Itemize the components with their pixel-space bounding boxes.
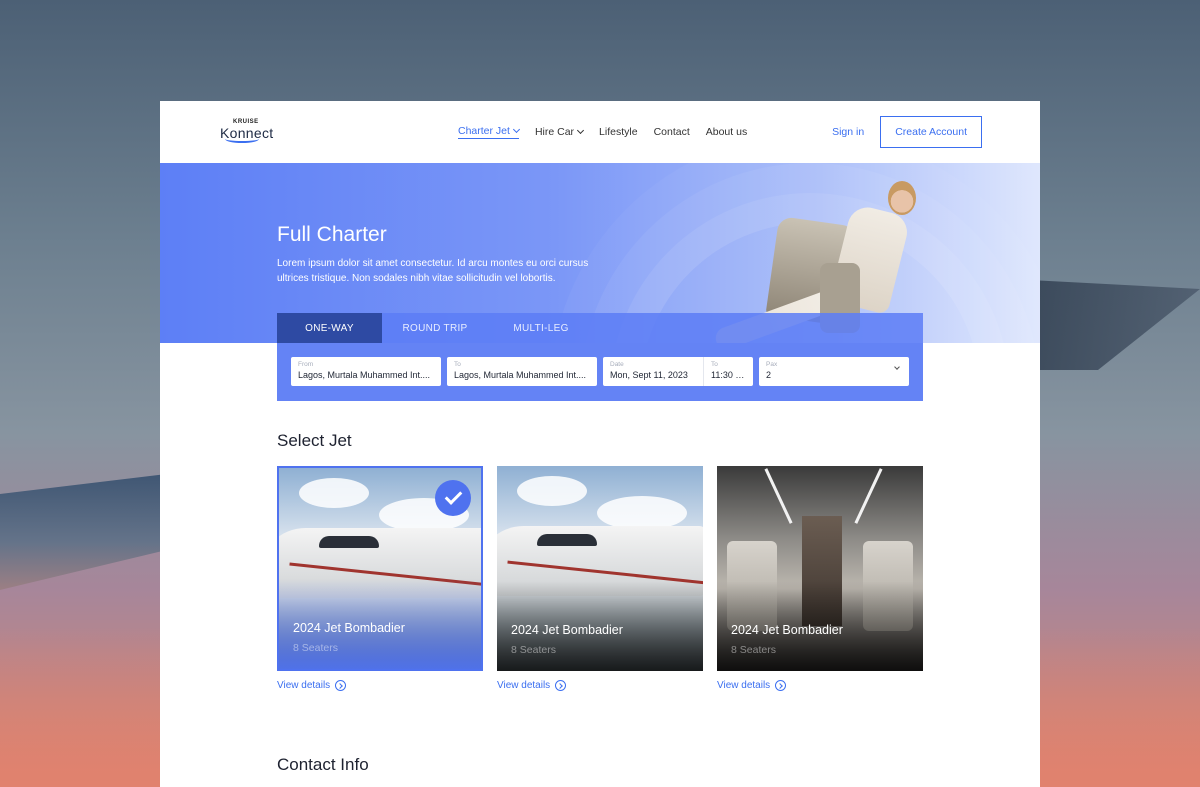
chevron-down-icon: [576, 126, 585, 135]
from-value: Lagos, Murtala Muhammed Int....: [298, 370, 431, 380]
page-mockup: KRUISE Konnect Charter Jet Hire Car Life…: [160, 101, 1040, 787]
date-field[interactable]: Date Mon, Sept 11, 2023: [603, 357, 703, 386]
jet-cockpit-image: [537, 534, 597, 546]
jet-seats: 8 Seaters: [293, 642, 338, 654]
pax-select[interactable]: Pax 2: [759, 357, 909, 386]
view-details-link[interactable]: View details: [497, 680, 567, 691]
arrow-right-circle-icon: [775, 680, 787, 691]
from-field[interactable]: From Lagos, Murtala Muhammed Int....: [291, 357, 441, 386]
cloud-decoration: [517, 476, 587, 506]
jet-card[interactable]: 2024 Jet Bombadier 8 Seaters: [717, 466, 923, 671]
logo-swoosh-icon: [225, 135, 259, 143]
menu-item-label: Contact: [653, 126, 690, 138]
auth-actions: Sign in Create Account: [832, 116, 982, 148]
menu-item-hire-car[interactable]: Hire Car: [534, 125, 585, 139]
menu-item-about-us[interactable]: About us: [706, 125, 747, 139]
select-jet-title: Select Jet: [277, 431, 352, 450]
from-label: From: [298, 361, 314, 368]
view-details-label: View details: [497, 680, 551, 691]
booking-form: From Lagos, Murtala Muhammed Int.... To …: [277, 343, 923, 401]
chevron-down-icon: [512, 125, 520, 134]
view-details-label: View details: [717, 680, 771, 691]
date-value: Mon, Sept 11, 2023: [610, 370, 688, 380]
menu-item-contact[interactable]: Contact: [654, 125, 690, 139]
hero-person-head-image: [888, 181, 916, 215]
contact-info-title: Contact Info: [277, 755, 369, 774]
check-mark: [444, 487, 462, 505]
hero-title: Full Charter: [277, 223, 387, 246]
menu-item-label: Hire Car: [534, 126, 575, 138]
logo[interactable]: KRUISE Konnect: [220, 117, 280, 147]
to-field[interactable]: To Lagos, Murtala Muhammed Int....: [447, 357, 597, 386]
tab-round-trip[interactable]: ROUND TRIP: [382, 313, 488, 343]
view-details-label: View details: [277, 680, 331, 691]
pax-value: 2: [766, 370, 772, 380]
backdrop-wing-right: [1030, 280, 1200, 370]
tab-one-way[interactable]: ONE-WAY: [277, 313, 382, 343]
top-navbar: KRUISE Konnect Charter Jet Hire Car Life…: [160, 101, 1040, 163]
create-account-button[interactable]: Create Account: [880, 116, 982, 148]
view-details-link[interactable]: View details: [277, 680, 347, 691]
to-value: Lagos, Murtala Muhammed Int....: [454, 370, 587, 380]
jet-card[interactable]: 2024 Jet Bombadier 8 Seaters: [277, 466, 483, 671]
menu-item-label: About us: [705, 126, 748, 138]
jet-cockpit-image: [319, 536, 379, 548]
date-label: Date: [610, 361, 624, 368]
time-value: 11:30 PM: [711, 370, 746, 380]
jet-name: 2024 Jet Bombadier: [731, 623, 843, 637]
jet-seats: 8 Seaters: [731, 644, 776, 656]
cloud-decoration: [299, 478, 369, 508]
menu-item-label: Lifestyle: [599, 126, 638, 138]
time-field[interactable]: To 11:30 PM: [703, 357, 753, 386]
arrow-right-circle-icon: [335, 680, 347, 691]
to-label: To: [454, 361, 461, 368]
check-icon: [435, 480, 471, 516]
main-menu: Charter Jet Hire Car Lifestyle Contact A…: [458, 125, 747, 139]
tab-multi-leg[interactable]: MULTI-LEG: [488, 313, 594, 343]
time-label: To: [711, 361, 718, 368]
jet-card[interactable]: 2024 Jet Bombadier 8 Seaters: [497, 466, 703, 671]
cloud-decoration: [597, 496, 687, 530]
menu-item-label: Charter Jet: [458, 125, 510, 137]
hero-description: Lorem ipsum dolor sit amet consectetur. …: [277, 258, 589, 284]
jet-seats: 8 Seaters: [511, 644, 556, 656]
arrow-right-circle-icon: [555, 680, 567, 691]
sign-in-link[interactable]: Sign in: [832, 126, 864, 138]
trip-type-tabs: ONE-WAY ROUND TRIP MULTI-LEG: [277, 313, 923, 343]
pax-label: Pax: [766, 361, 778, 368]
jet-name: 2024 Jet Bombadier: [293, 621, 405, 635]
view-details-link[interactable]: View details: [717, 680, 787, 691]
menu-item-charter-jet[interactable]: Charter Jet: [458, 125, 520, 139]
jet-name: 2024 Jet Bombadier: [511, 623, 623, 637]
menu-item-lifestyle[interactable]: Lifestyle: [599, 125, 638, 139]
